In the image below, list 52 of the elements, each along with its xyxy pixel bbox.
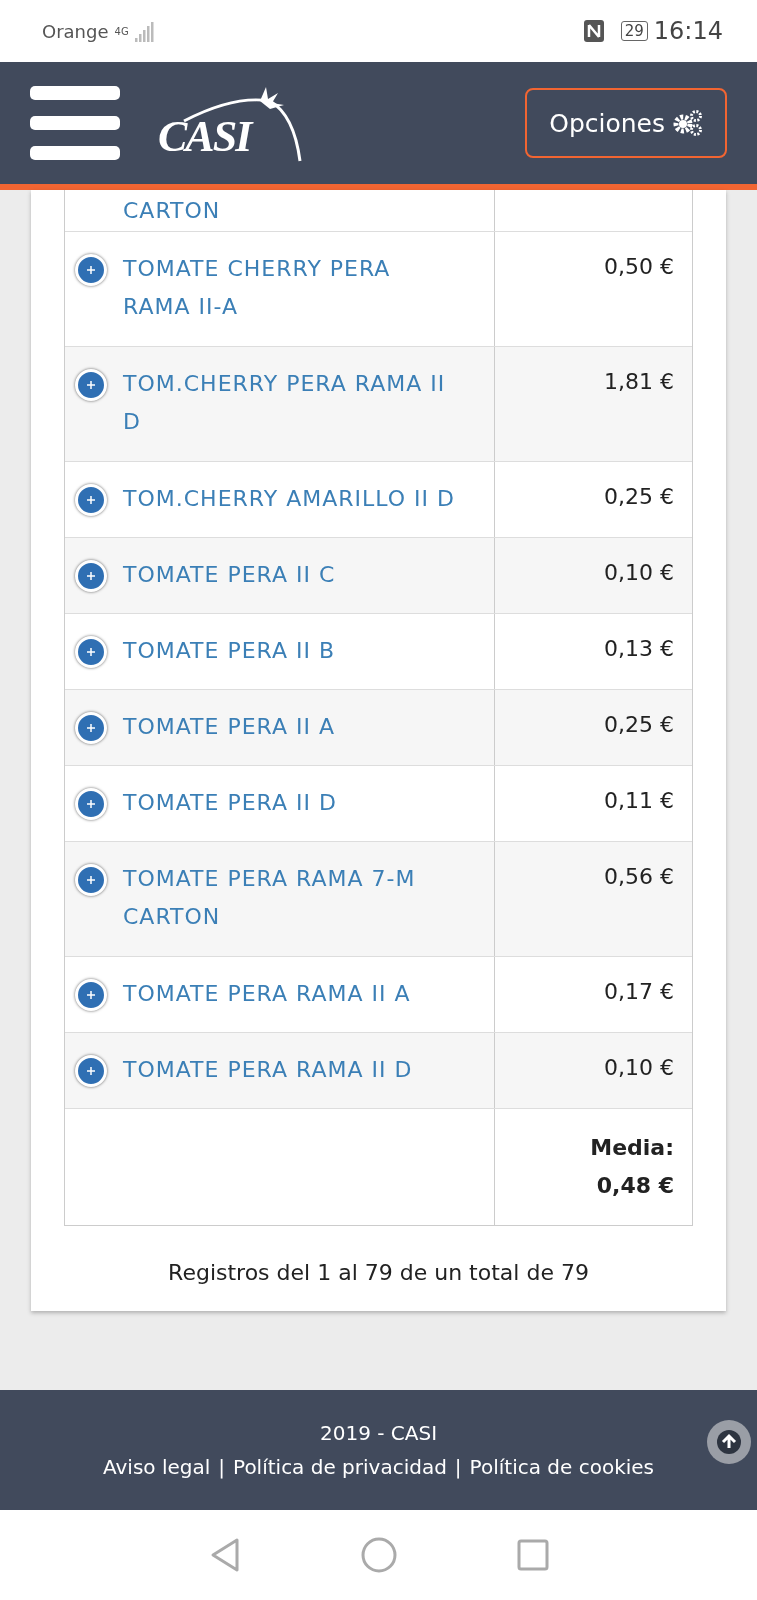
price-cell-text: 0,13 €: [603, 635, 675, 663]
battery-icon: 29: [620, 21, 648, 41]
logo[interactable]: CASI: [154, 81, 304, 165]
price-cell-text: 0,11 €: [603, 787, 675, 815]
average-value: 0,48 €: [596, 1172, 674, 1200]
product-name[interactable]: TOMATE PERA II A: [123, 708, 336, 746]
product-name[interactable]: TOMATE PERA RAMA II D: [123, 1051, 413, 1089]
product-name[interactable]: TOMATE PERA RAMA 7-M CARTON: [123, 860, 463, 936]
expand-icon[interactable]: [75, 864, 107, 896]
product-name[interactable]: TOM.CHERRY PERA RAMA II D: [123, 365, 463, 441]
footer-link[interactable]: Aviso legal: [103, 1455, 211, 1479]
options-button[interactable]: Opciones: [525, 88, 727, 158]
nfc-icon: [582, 19, 605, 43]
menu-icon[interactable]: [30, 86, 120, 160]
expand-icon[interactable]: [75, 1055, 107, 1087]
price-cell-text: 0,10 €: [603, 559, 675, 587]
price-cell-text: 0,56 €: [603, 863, 675, 891]
product-name[interactable]: TOM.CHERRY AMARILLO II D: [123, 480, 455, 518]
link-separator: |: [218, 1455, 226, 1479]
expand-icon[interactable]: [75, 369, 107, 401]
copyright: 2019 - CASI: [319, 1421, 438, 1445]
carrier-name: Orange: [42, 20, 109, 42]
scroll-top-button[interactable]: [707, 1420, 751, 1464]
price-cell-text: 1,81 €: [603, 368, 675, 396]
price-cell-text: 0,25 €: [603, 483, 675, 511]
arrow-up-icon: [716, 1429, 742, 1455]
footer-link[interactable]: Política de privacidad: [233, 1455, 447, 1479]
product-name[interactable]: TOMATE CHERRY PERA RAMA II-A: [123, 250, 463, 326]
price-cell-text: 0,25 €: [603, 711, 675, 739]
product-name[interactable]: TOMATE PERA II C: [123, 556, 336, 594]
link-separator: |: [454, 1455, 462, 1479]
footer-link[interactable]: Política de cookies: [469, 1455, 654, 1479]
expand-icon[interactable]: [75, 712, 107, 744]
expand-icon[interactable]: [75, 979, 107, 1011]
average-label: Media:: [590, 1134, 674, 1162]
price-cell-text: 0,17 €: [603, 978, 675, 1006]
product-name[interactable]: TOMATE PERA II D: [123, 784, 337, 822]
expand-icon[interactable]: [75, 560, 107, 592]
expand-icon[interactable]: [75, 254, 107, 286]
signal-icon: [134, 20, 157, 42]
product-name[interactable]: TOMATE PERA II B: [123, 632, 336, 670]
product-name[interactable]: TOMATE PERA RAMA II A: [123, 975, 411, 1013]
network-type: 4G: [114, 25, 129, 37]
clock-time: 16:14: [653, 17, 723, 45]
expand-icon[interactable]: [75, 788, 107, 820]
product-name[interactable]: CARTON: [123, 191, 221, 230]
records-info: Registros del 1 al 79 de un total de 79: [167, 1259, 590, 1285]
price-cell-text: 0,10 €: [603, 1054, 675, 1082]
expand-icon[interactable]: [75, 636, 107, 668]
gears-icon: [673, 109, 703, 137]
expand-icon[interactable]: [75, 484, 107, 516]
price-cell-text: 0,50 €: [603, 253, 675, 281]
